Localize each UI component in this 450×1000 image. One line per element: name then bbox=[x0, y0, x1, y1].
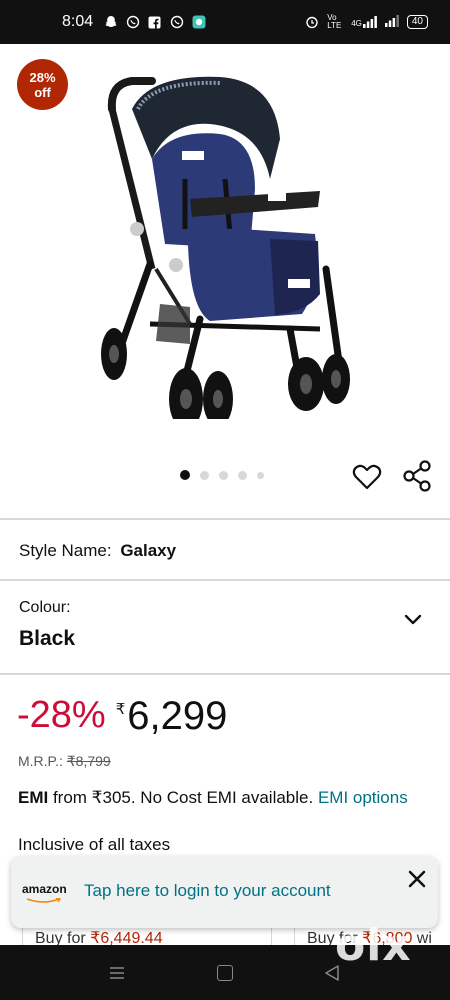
whatsapp-icon bbox=[169, 15, 184, 30]
share-icon[interactable] bbox=[402, 460, 432, 492]
carousel-dot[interactable] bbox=[219, 470, 228, 480]
product-image-carousel[interactable]: 28% off bbox=[0, 44, 450, 518]
mrp-row: M.R.P.: ₹8,799 bbox=[18, 753, 111, 770]
stroller-product-image bbox=[101, 76, 350, 419]
colour-value: Black bbox=[19, 627, 76, 650]
chevron-down-icon[interactable] bbox=[402, 611, 424, 627]
login-toast[interactable]: amazon Tap here to login to your account bbox=[11, 856, 438, 928]
facebook-icon bbox=[147, 15, 162, 30]
section-divider bbox=[0, 673, 450, 675]
price-row: -28% ₹ 6,299 bbox=[17, 694, 227, 739]
carousel-dot[interactable] bbox=[257, 471, 264, 479]
chat-app-icon bbox=[191, 15, 206, 30]
snapchat-icon bbox=[103, 15, 118, 30]
signal-4g-icon: 4G bbox=[351, 16, 377, 28]
emi-options-link[interactable]: EMI options bbox=[318, 788, 408, 807]
amazon-logo: amazon bbox=[22, 882, 67, 896]
discount-percentage: -28% bbox=[17, 694, 106, 736]
alarm-icon bbox=[304, 15, 319, 30]
login-prompt-link[interactable]: Tap here to login to your account bbox=[84, 881, 331, 901]
carousel-dot[interactable] bbox=[200, 470, 209, 480]
style-name-label: Style Name: bbox=[19, 541, 112, 560]
status-bar: 8:04 Vo LTE 4G 40 bbox=[0, 0, 450, 44]
price-value: 6,299 bbox=[127, 694, 228, 738]
olx-watermark: olx bbox=[335, 920, 412, 971]
emi-info: EMI from ₹305. No Cost EMI available. EM… bbox=[18, 785, 428, 810]
discount-badge: 28% off bbox=[17, 59, 68, 110]
style-name-value: Galaxy bbox=[120, 541, 177, 560]
style-name-row: Style Name: Galaxy bbox=[19, 541, 176, 561]
battery-indicator: 40 bbox=[406, 15, 428, 29]
signal-icon bbox=[384, 14, 399, 30]
section-divider bbox=[0, 518, 450, 520]
emi-text: from ₹305. No Cost EMI available. bbox=[48, 788, 318, 807]
amazon-smile-icon bbox=[26, 898, 62, 903]
wishlist-heart-icon[interactable] bbox=[352, 462, 382, 492]
recent-apps-icon[interactable] bbox=[109, 966, 125, 980]
mrp-value: ₹8,799 bbox=[66, 753, 111, 769]
section-divider bbox=[0, 579, 450, 581]
whatsapp-icon bbox=[125, 15, 140, 30]
emi-bold-label: EMI bbox=[18, 788, 49, 807]
status-time: 8:04 bbox=[62, 13, 94, 30]
taxes-note: Inclusive of all taxes bbox=[18, 835, 171, 854]
mrp-label: M.R.P.: bbox=[18, 753, 63, 769]
carousel-dot[interactable] bbox=[180, 470, 190, 480]
currency-symbol: ₹ bbox=[115, 701, 126, 718]
close-icon[interactable] bbox=[406, 868, 428, 890]
home-icon[interactable] bbox=[217, 965, 233, 981]
volte-icon: Vo LTE bbox=[327, 13, 342, 30]
carousel-dot[interactable] bbox=[238, 470, 247, 480]
carousel-pagination bbox=[180, 470, 264, 480]
colour-label: Colour: bbox=[19, 599, 71, 616]
offer-card[interactable]: Buy for ₹6,449.44 bbox=[22, 928, 272, 946]
